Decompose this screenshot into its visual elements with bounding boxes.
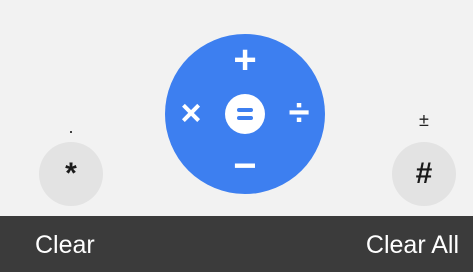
asterisk-icon: * bbox=[65, 157, 77, 190]
calculator-keyboard: . * + × ÷ − ± # Clear Clear All bbox=[0, 0, 473, 272]
minus-button[interactable]: − bbox=[225, 146, 265, 186]
action-bar: Clear Clear All bbox=[0, 216, 473, 272]
equals-icon bbox=[237, 108, 253, 112]
decimal-point-hint: . bbox=[68, 117, 74, 137]
clear-all-button[interactable]: Clear All bbox=[366, 232, 459, 258]
key-area: . * + × ÷ − ± # bbox=[0, 0, 473, 216]
multiply-button[interactable]: × bbox=[171, 93, 211, 133]
divide-button[interactable]: ÷ bbox=[279, 93, 319, 133]
asterisk-key[interactable]: * bbox=[39, 142, 103, 206]
operator-wheel[interactable]: + × ÷ − bbox=[165, 34, 325, 194]
hash-icon: # bbox=[415, 157, 433, 190]
equals-icon-bar bbox=[237, 116, 253, 120]
clear-button[interactable]: Clear bbox=[35, 232, 95, 258]
hash-key[interactable]: # bbox=[392, 142, 456, 206]
plus-button[interactable]: + bbox=[225, 40, 265, 80]
plus-minus-hint: ± bbox=[419, 110, 429, 130]
equals-button[interactable] bbox=[225, 94, 265, 134]
